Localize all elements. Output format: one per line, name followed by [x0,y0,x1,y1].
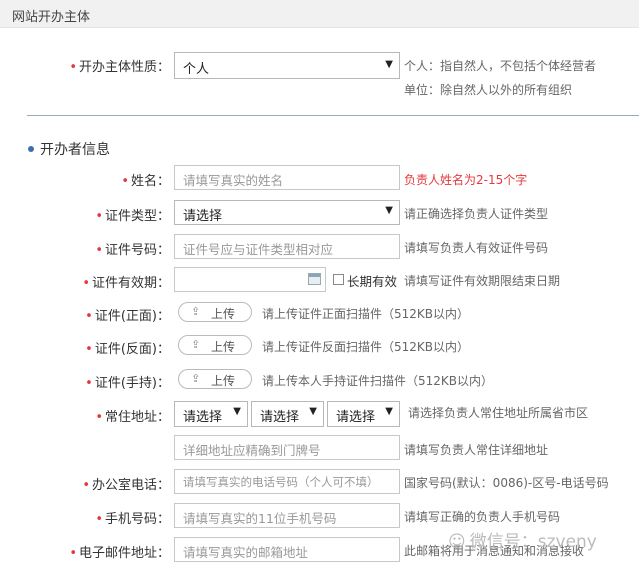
id-number-input[interactable]: 证件号应与证件类型相对应 [174,234,400,259]
mobile-label: • 手机号码： [95,512,170,527]
entity-type-hint-2: 单位：除自然人以外的所有组织 [404,83,573,97]
section-title: 网站开办主体 [12,10,91,25]
upload-icon: ⇪ [191,372,201,385]
id-validity-label: • 证件有效期： [82,276,170,291]
organizer-heading: 开办者信息 [28,139,110,159]
long-term-checkbox[interactable] [333,274,344,285]
address-hint: 请选择负责人常住地址所属省市区 [408,406,589,420]
entity-type-label: • 开办主体性质： [69,60,170,75]
id-number-hint: 请填写负责人有效证件号码 [404,241,549,255]
upload-icon: ⇪ [191,305,201,318]
chevron-down-icon: ▼ [233,406,241,417]
id-handheld-hint: 请上传本人手持证件扫描件（512KB以内） [262,374,494,388]
mobile-input[interactable]: 请填写真实的11位手机号码 [174,503,400,528]
id-back-hint: 请上传证件反面扫描件（512KB以内） [262,340,470,354]
id-front-label: • 证件(正面)： [85,309,170,324]
chevron-down-icon: ▼ [385,406,393,417]
id-back-upload-button[interactable]: ⇪ 上传 [178,335,252,355]
divider [27,115,639,116]
name-hint: 负责人姓名为2-15个字 [404,173,528,187]
id-validity-hint: 请填写证件有效期限结束日期 [404,274,561,288]
entity-type-hint-1: 个人：指自然人，不包括个体经营者 [404,59,597,73]
section-header: 网站开办主体 [0,0,639,28]
name-label: • 姓名： [121,174,170,189]
id-back-label: • 证件(反面)： [85,342,170,357]
office-phone-hint: 国家号码(默认：0086)-区号-电话号码 [404,476,609,490]
upload-icon: ⇪ [191,338,201,351]
long-term-label: 长期有效 [347,274,398,289]
calendar-icon[interactable] [308,273,321,285]
id-validity-date-input[interactable] [174,267,326,292]
name-input[interactable]: 请填写真实的姓名 [174,165,400,190]
watermark: ☺ 微信号：szveny [448,532,597,552]
mobile-hint: 请填写正确的负责人手机号码 [404,510,561,524]
office-phone-input[interactable]: 请填写真实的电话号码（个人可不填） [174,469,400,494]
chevron-down-icon: ▼ [309,406,317,417]
email-label: • 电子邮件地址： [69,546,170,561]
id-type-select[interactable]: 请选择 ▼ [174,200,400,225]
chevron-down-icon: ▼ [385,59,393,70]
id-type-label: • 证件类型： [95,209,170,224]
id-front-hint: 请上传证件正面扫描件（512KB以内） [262,307,470,321]
province-select[interactable]: 请选择 ▼ [174,401,248,427]
id-front-upload-button[interactable]: ⇪ 上传 [178,302,252,322]
district-select[interactable]: 请选择 ▼ [327,401,400,427]
id-type-hint: 请正确选择负责人证件类型 [404,207,549,221]
wechat-icon: ☺ [448,532,466,552]
office-phone-label: • 办公室电话： [82,478,170,493]
chevron-down-icon: ▼ [385,205,393,216]
entity-type-select[interactable]: 个人 ▼ [174,52,400,79]
city-select[interactable]: 请选择 ▼ [251,401,324,427]
address-detail-input[interactable]: 详细地址应精确到门牌号 [174,435,400,460]
address-label: • 常住地址： [95,410,170,425]
email-input[interactable]: 请填写真实的邮箱地址 [174,537,400,562]
id-handheld-label: • 证件(手持)： [85,376,170,391]
id-number-label: • 证件号码： [95,243,170,258]
address-detail-hint: 请填写负责人常住详细地址 [404,443,549,457]
id-handheld-upload-button[interactable]: ⇪ 上传 [178,369,252,389]
